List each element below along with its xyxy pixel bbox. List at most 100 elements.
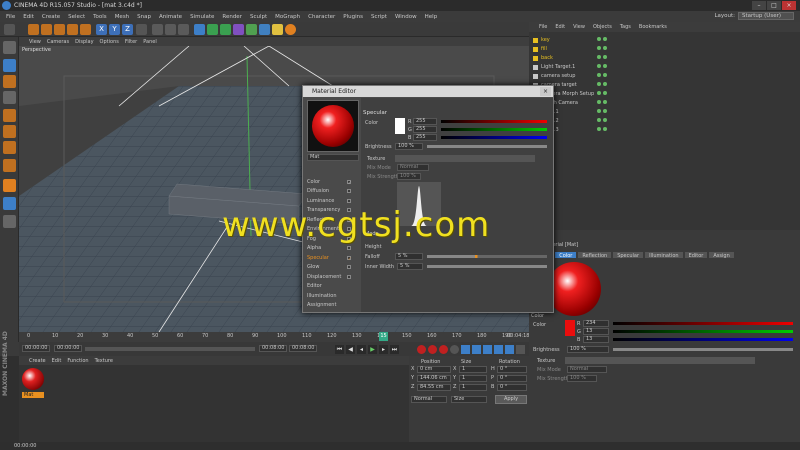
editor-visibility-icon[interactable] (597, 100, 601, 104)
mat-color-swatch[interactable] (395, 118, 405, 134)
workplane-icon[interactable] (3, 91, 16, 104)
object-visibility-flags[interactable] (597, 73, 607, 77)
coord-position-field[interactable]: 144.06 cm (417, 375, 451, 382)
attr-b-field[interactable]: 13 (583, 336, 609, 343)
menu-animate[interactable]: Animate (159, 14, 182, 20)
mat-falloff-field[interactable]: 5 % (395, 253, 423, 260)
channel-checkbox[interactable] (347, 189, 351, 193)
attr-tab-editor[interactable]: Editor (683, 251, 709, 259)
live-select-icon[interactable] (28, 24, 39, 35)
object-visibility-flags[interactable] (597, 91, 607, 95)
editor-visibility-icon[interactable] (597, 109, 601, 113)
coord-size-dropdown[interactable]: Size (451, 396, 487, 403)
parameter-track-icon[interactable] (494, 345, 503, 354)
menu-character[interactable]: Character (308, 14, 335, 20)
menu-edit[interactable]: Edit (23, 14, 34, 20)
attr-tab-assign[interactable]: Assign (708, 251, 735, 259)
make-editable-icon[interactable] (3, 41, 16, 54)
mat-innerwidth-field[interactable]: 5 % (397, 263, 423, 270)
autokey-icon[interactable] (428, 345, 437, 354)
coord-size-field[interactable]: 1 (459, 384, 487, 391)
mat-name-field[interactable]: Mat (307, 154, 359, 161)
mat-mixstrength-field[interactable]: 100 % (397, 173, 421, 180)
attr-r-field[interactable]: 234 (583, 320, 609, 327)
render-visibility-icon[interactable] (603, 82, 607, 86)
preview-range-slider[interactable] (85, 347, 255, 351)
attr-brightness-slider[interactable] (613, 348, 793, 351)
tweak-mode-icon[interactable] (3, 179, 16, 192)
object-visibility-flags[interactable] (597, 100, 607, 104)
coord-size-field[interactable]: 1 (459, 375, 487, 382)
apply-button[interactable]: Apply (495, 395, 527, 404)
menu-render[interactable]: Render (222, 14, 242, 20)
object-visibility-flags[interactable] (597, 55, 607, 59)
render-visibility-icon[interactable] (603, 100, 607, 104)
menu-simulate[interactable]: Simulate (190, 14, 214, 20)
obj-menu-objects[interactable]: Objects (593, 24, 612, 30)
menu-sculpt[interactable]: Sculpt (250, 14, 267, 20)
subdivision-icon[interactable] (207, 24, 218, 35)
mat-menu-function[interactable]: Function (67, 358, 88, 364)
axis-z-button[interactable]: Z (122, 24, 133, 35)
material-swatch[interactable] (22, 368, 44, 390)
channel-item[interactable]: Illumination (307, 292, 351, 299)
attr-tab-specular[interactable]: Specular (612, 251, 645, 259)
mat-brightness-field[interactable]: 100 % (395, 143, 423, 150)
script-icon[interactable] (285, 24, 296, 35)
menu-help[interactable]: Help (425, 14, 438, 20)
coord-rotation-field[interactable]: 0 ° (497, 366, 527, 373)
mat-g-slider[interactable] (441, 128, 547, 131)
minimize-button[interactable]: – (752, 1, 766, 10)
scale-icon[interactable] (54, 24, 65, 35)
editor-visibility-icon[interactable] (597, 37, 601, 41)
attr-tab-reflection[interactable]: Reflection (577, 251, 613, 259)
attr-texture-slot[interactable] (565, 357, 755, 364)
light-icon[interactable] (272, 24, 283, 35)
menu-create[interactable]: Create (42, 14, 60, 20)
axis-x-button[interactable]: X (96, 24, 107, 35)
array-icon[interactable] (220, 24, 231, 35)
channel-item[interactable]: Color ✓ (307, 178, 351, 185)
object-visibility-flags[interactable] (597, 64, 607, 68)
position-track-icon[interactable] (461, 345, 470, 354)
close-button[interactable]: × (782, 1, 796, 10)
viewport-menu-panel[interactable]: Panel (143, 39, 157, 45)
object-visibility-flags[interactable] (597, 37, 607, 41)
rotate-icon[interactable] (67, 24, 78, 35)
point-track-icon[interactable] (505, 345, 514, 354)
attr-r-slider[interactable] (613, 322, 793, 325)
obj-menu-bookmarks[interactable]: Bookmarks (639, 24, 667, 30)
render-view-icon[interactable] (152, 24, 163, 35)
attr-g-field[interactable]: 13 (583, 328, 609, 335)
move-icon[interactable] (41, 24, 52, 35)
polygons-mode-icon[interactable] (3, 141, 16, 154)
mat-g-field[interactable]: 255 (413, 126, 437, 133)
object-row[interactable]: back (533, 54, 623, 62)
attr-mixmode-dropdown[interactable]: Normal (567, 366, 607, 373)
channel-item[interactable]: Luminance (307, 197, 351, 204)
play-icon[interactable]: ▶ (368, 345, 377, 354)
object-row[interactable]: fill (533, 45, 623, 53)
menu-mograph[interactable]: MoGraph (275, 14, 300, 20)
render-visibility-icon[interactable] (603, 73, 607, 77)
obj-menu-file[interactable]: File (539, 24, 547, 30)
attr-tab-illumination[interactable]: Illumination (644, 251, 684, 259)
points-mode-icon[interactable] (3, 109, 16, 122)
render-picture-viewer-icon[interactable] (165, 24, 176, 35)
editor-visibility-icon[interactable] (597, 82, 601, 86)
cube-icon[interactable] (194, 24, 205, 35)
editor-visibility-icon[interactable] (597, 91, 601, 95)
render-visibility-icon[interactable] (603, 46, 607, 50)
prev-key-icon[interactable]: ◀ (346, 345, 355, 354)
coord-mode-dropdown[interactable]: Normal (411, 396, 447, 403)
mat-r-field[interactable]: 255 (413, 118, 437, 125)
object-row[interactable]: key (533, 36, 623, 44)
editor-visibility-icon[interactable] (597, 127, 601, 131)
viewport-menu-filter[interactable]: Filter (125, 39, 137, 45)
coordinate-system-icon[interactable] (136, 24, 147, 35)
camera-icon[interactable] (259, 24, 270, 35)
editor-visibility-icon[interactable] (597, 55, 601, 59)
menu-script[interactable]: Script (371, 14, 387, 20)
deformer-icon[interactable] (233, 24, 244, 35)
key-icon[interactable] (450, 345, 459, 354)
